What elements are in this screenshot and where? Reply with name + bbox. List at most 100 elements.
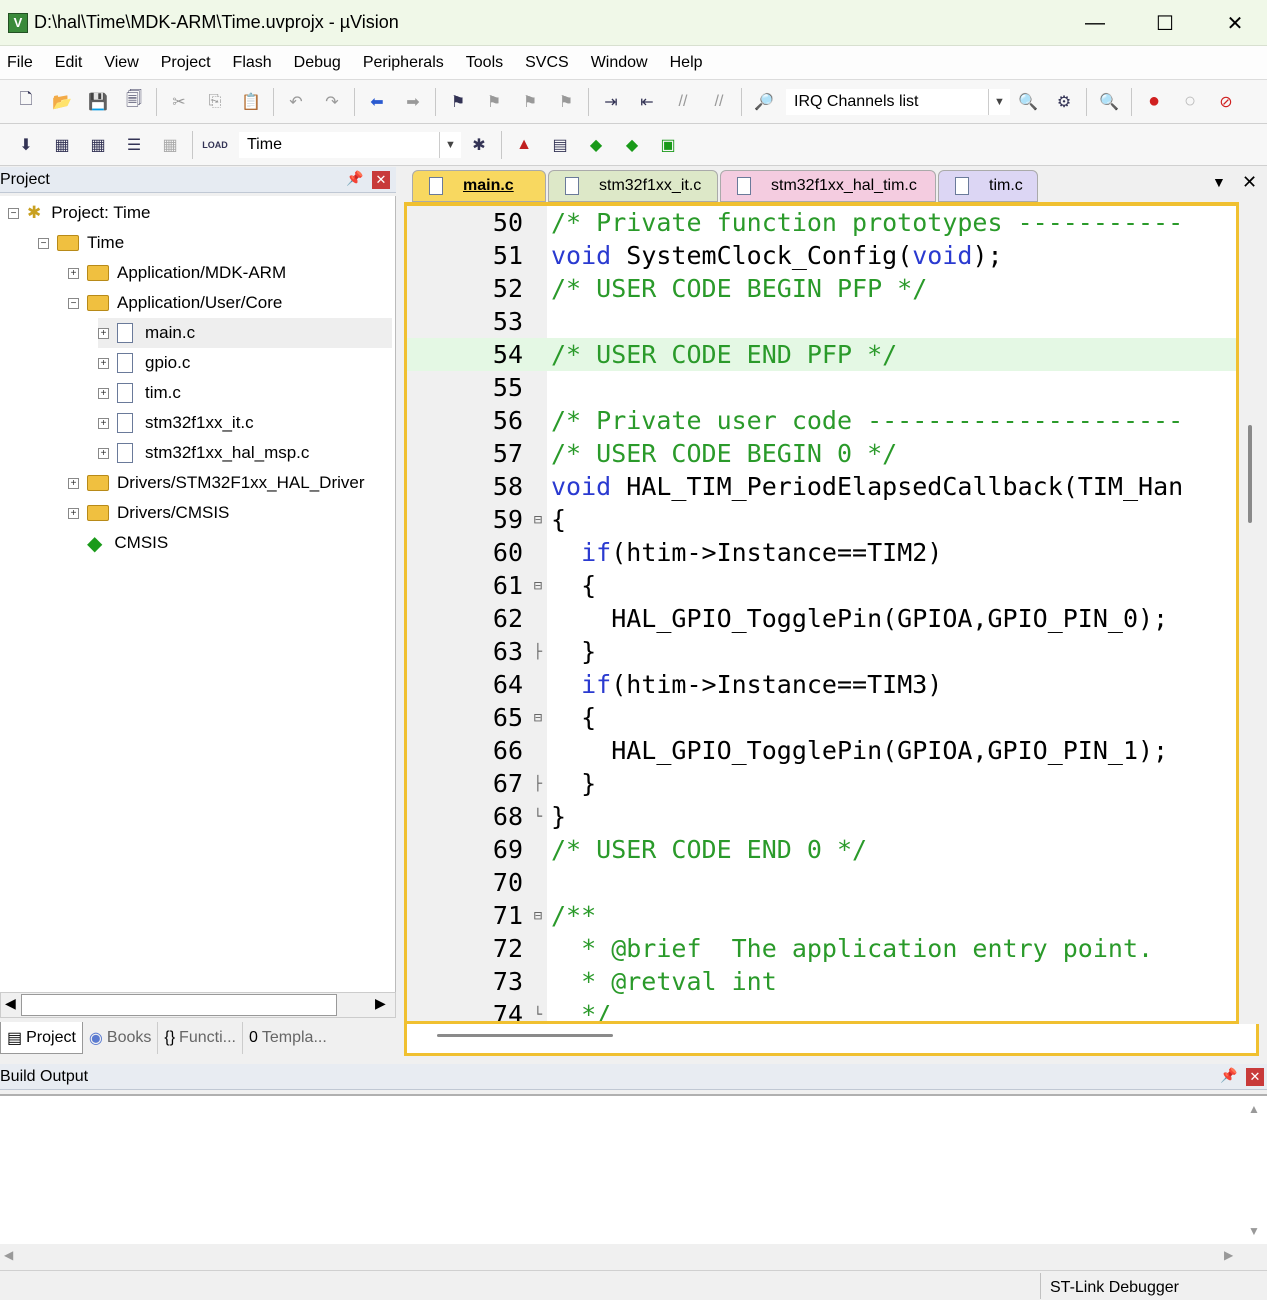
select-packs-icon[interactable]: ◆ [620,134,644,156]
code-line[interactable]: 66 HAL_GPIO_TogglePin(GPIOA,GPIO_PIN_1); [407,734,1236,767]
insert-breakpoint-icon[interactable]: ● [1142,90,1166,113]
target-options-icon[interactable]: ✱ [467,134,491,156]
menu-help[interactable]: Help [659,54,714,72]
pack-installer-icon[interactable]: ▣ [656,134,680,156]
code-line[interactable]: 50 /* Private function prototypes -------… [407,206,1236,239]
code-line[interactable]: 57 /* USER CODE BEGIN 0 */ [407,437,1236,470]
expand-icon[interactable]: + [98,357,109,369]
build-icon[interactable]: ▦ [50,134,74,156]
code-line[interactable]: 59 ⊟ { [407,503,1236,536]
tab-stm32f1xx-it-c[interactable]: stm32f1xx_it.c [548,170,718,202]
expand-icon[interactable]: + [98,327,109,339]
tab-tim-c[interactable]: tim.c [938,170,1038,202]
file-extensions-icon[interactable]: ▤ [548,134,572,156]
tab-project[interactable]: ▤ Project [0,1022,83,1054]
fold-marker-icon[interactable]: ⊟ [531,578,545,594]
code-line[interactable]: 64 if(htim->Instance==TIM3) [407,668,1236,701]
tab-stm32f1xx-hal-tim-c[interactable]: stm32f1xx_hal_tim.c [720,170,936,202]
comment-icon[interactable]: // [671,91,695,113]
tab-functions[interactable]: {} Functi... [158,1022,243,1054]
code-line[interactable]: 72 * @brief The application entry point. [407,932,1236,965]
expand-icon[interactable]: + [98,387,109,399]
fold-marker-icon[interactable]: ├ [531,776,545,792]
batch-build-icon[interactable]: ☰ [122,134,146,156]
code-line[interactable]: 53 [407,305,1236,338]
paste-icon[interactable]: 📋 [239,91,263,113]
menu-edit[interactable]: Edit [44,54,94,72]
menu-tools[interactable]: Tools [455,54,514,72]
incremental-find-icon[interactable]: ⚙ [1052,91,1076,113]
manage-project-icon[interactable]: ▲ [512,134,536,156]
undo-icon[interactable]: ↶ [284,91,308,113]
code-line[interactable]: 69 /* USER CODE END 0 */ [407,833,1236,866]
code-line[interactable]: 70 [407,866,1236,899]
fold-marker-icon[interactable]: └ [531,809,545,825]
tree-node-group[interactable]: + Application/MDK-ARM [68,258,286,288]
code-editor[interactable]: 50 /* Private function prototypes -------… [404,202,1239,1024]
collapse-icon[interactable]: − [68,297,79,309]
minimize-button[interactable]: — [1060,0,1130,46]
tree-node-cmsis[interactable]: ◆ CMSIS [87,528,168,558]
scroll-down-icon[interactable]: ▼ [1248,1224,1260,1238]
tab-books[interactable]: ◉ Books [83,1022,159,1054]
open-file-icon[interactable]: 📂 [50,91,74,113]
prev-bookmark-icon[interactable]: ⚑ [482,91,506,113]
load-icon[interactable]: LOAD [202,134,228,156]
fold-marker-icon[interactable]: ⊟ [531,710,545,726]
tab-templates[interactable]: 0 Templa... [243,1022,333,1054]
menu-view[interactable]: View [93,54,149,72]
menu-window[interactable]: Window [580,54,659,72]
tree-node-project[interactable]: − ✱ Project: Time [8,198,150,228]
tree-node-target[interactable]: − Time [38,228,124,258]
menu-debug[interactable]: Debug [283,54,352,72]
stop-build-icon[interactable]: ▦ [158,134,182,156]
nav-back-icon[interactable]: ⬅ [365,91,389,113]
close-panel-button[interactable]: ✕ [372,171,390,189]
scroll-up-icon[interactable]: ▲ [1248,1102,1260,1116]
unindent-icon[interactable]: ⇤ [635,91,659,113]
pin-icon[interactable]: 📌 [346,170,363,187]
code-line[interactable]: 54 /* USER CODE END PFP */ [407,338,1236,371]
code-line[interactable]: 52 /* USER CODE BEGIN PFP */ [407,272,1236,305]
tree-node-file-selected[interactable]: + main.c [98,318,392,348]
editor-vertical-scrollbar[interactable] [1248,425,1252,523]
kill-breakpoints-icon[interactable]: ⊘ [1214,91,1238,113]
copy-icon[interactable]: ⎘ [203,91,227,113]
close-tab-icon[interactable]: ✕ [1242,172,1257,193]
code-line[interactable]: 65 ⊟ { [407,701,1236,734]
tree-node-file[interactable]: + stm32f1xx_hal_msp.c [98,438,309,468]
fold-marker-icon[interactable]: ⊟ [531,512,545,528]
menu-project[interactable]: Project [150,54,222,72]
indent-icon[interactable]: ⇥ [599,91,623,113]
menu-flash[interactable]: Flash [222,54,283,72]
expand-icon[interactable]: + [68,477,79,489]
uncomment-icon[interactable]: // [707,91,731,113]
pin-icon[interactable]: 📌 [1220,1067,1237,1084]
rebuild-icon[interactable]: ▦ [86,134,110,156]
code-line[interactable]: 68 └} [407,800,1236,833]
tree-node-group[interactable]: + Drivers/CMSIS [68,498,229,528]
build-output-hscroll[interactable]: ◀ ▶ [0,1244,1267,1268]
tab-list-dropdown-icon[interactable]: ▼ [1212,174,1226,190]
code-line[interactable]: 73 * @retval int [407,965,1236,998]
code-line[interactable]: 55 [407,371,1236,404]
expand-icon[interactable]: + [68,507,79,519]
find-icon[interactable]: 🔍 [1016,91,1040,113]
irq-channels-combo[interactable]: IRQ Channels list ▼ [786,88,1010,115]
tree-node-group[interactable]: + Drivers/STM32F1xx_HAL_Driver [68,468,365,498]
code-line[interactable]: 60 if(htim->Instance==TIM2) [407,536,1236,569]
fold-marker-icon[interactable]: ├ [531,644,545,660]
translate-icon[interactable]: ⬇ [14,134,38,156]
redo-icon[interactable]: ↷ [320,91,344,113]
collapse-icon[interactable]: − [38,237,49,249]
tree-node-file[interactable]: + tim.c [98,378,181,408]
expand-icon[interactable]: + [68,267,79,279]
scroll-left-icon[interactable]: ◀ [4,1248,13,1262]
scroll-thumb[interactable] [437,1034,613,1037]
nav-forward-icon[interactable]: ➡ [401,91,425,113]
start-debug-icon[interactable]: 🔍 [1097,91,1121,113]
enable-breakpoint-icon[interactable]: ○ [1178,90,1202,113]
code-line[interactable]: 71 ⊟ /** [407,899,1236,932]
code-line[interactable]: 61 ⊟ { [407,569,1236,602]
find-in-files-icon[interactable]: 🔎 [752,91,776,113]
